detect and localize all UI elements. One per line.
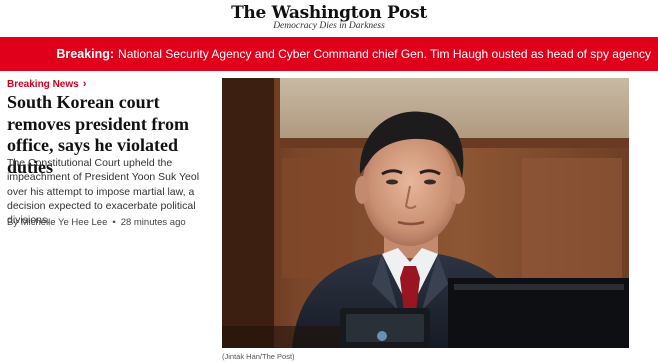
kicker-label: Breaking News <box>7 79 79 90</box>
photo-credit: (Jintak Han/The Post) <box>222 352 295 361</box>
site-tagline: Democracy Dies in Darkness <box>273 21 385 31</box>
story-photo[interactable] <box>222 78 629 348</box>
chevron-right-icon: › <box>82 78 87 90</box>
breaking-news-kicker-link[interactable]: Breaking News › <box>7 78 86 90</box>
separator-dot: • <box>112 217 116 228</box>
president-portrait-image <box>222 78 629 348</box>
story-timestamp: 28 minutes ago <box>120 217 186 228</box>
masthead: The Washington Post Democracy Dies in Da… <box>0 0 658 36</box>
site-logo[interactable]: The Washington Post <box>0 3 658 23</box>
story-byline: By Michelle Ye Hee Lee • 28 minutes ago <box>7 217 186 228</box>
breaking-news-bar[interactable]: Breaking: National Security Agency and Cy… <box>0 37 658 71</box>
breaking-headline-link[interactable]: National Security Agency and Cyber Comma… <box>118 47 651 61</box>
author-link[interactable]: Michelle Ye Hee Lee <box>21 217 108 228</box>
byline-prefix: By <box>7 217 19 228</box>
breaking-label: Breaking: <box>56 47 115 61</box>
breaking-news-content: Breaking: National Security Agency and Cy… <box>56 37 651 71</box>
